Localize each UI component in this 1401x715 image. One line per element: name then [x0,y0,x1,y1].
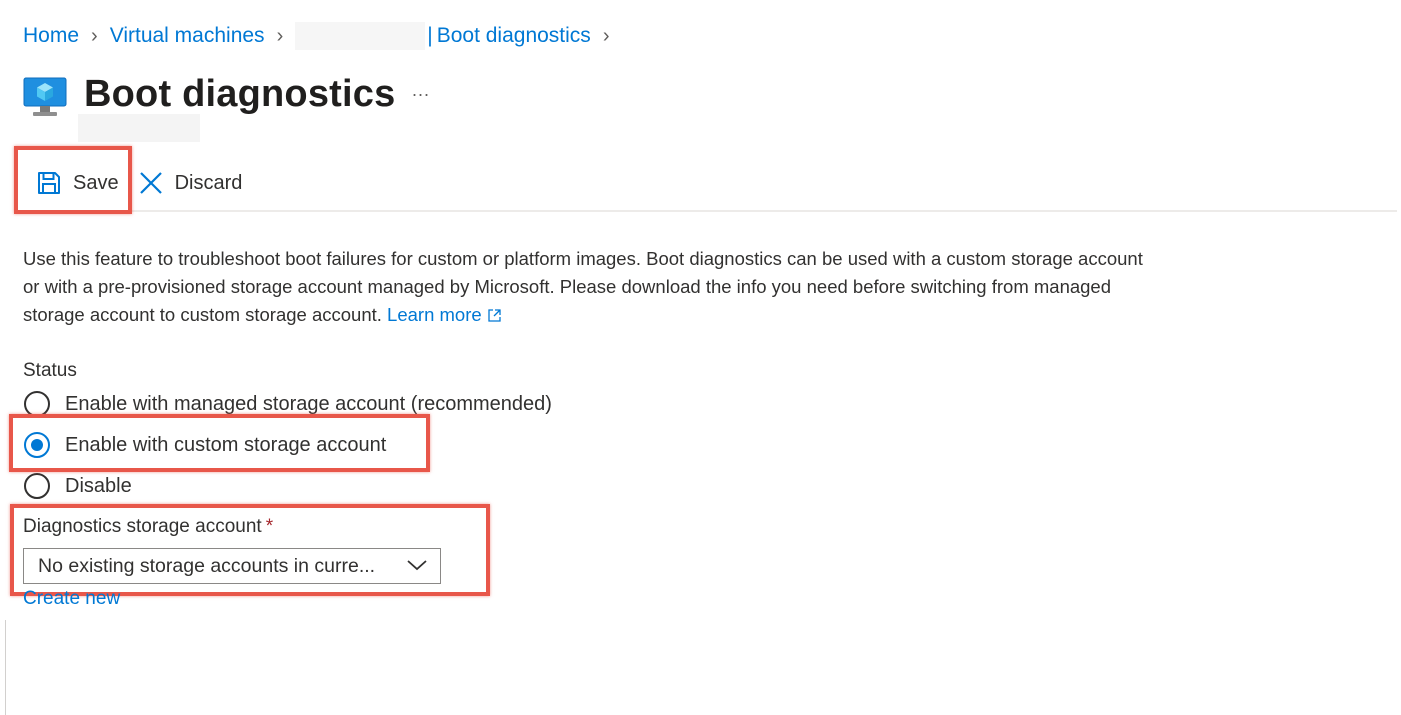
highlight-save [14,146,132,214]
create-new-link[interactable]: Create new [23,588,120,610]
description-text: Use this feature to troubleshoot boot fa… [23,245,1153,331]
status-label: Status [23,360,77,381]
virtual-machine-icon [22,68,68,120]
breadcrumb-current-separator: | [427,24,433,47]
page-title: Boot diagnostics [84,72,396,115]
radio-label: Enable with managed storage account (rec… [65,392,552,415]
more-actions-button[interactable]: ... [412,80,430,101]
command-bar-divider [22,210,1397,212]
discard-button[interactable]: Discard [137,160,243,206]
redacted-vm-name [295,22,426,50]
radio-label: Disable [65,474,132,497]
close-icon [137,169,165,197]
breadcrumb-separator-icon: › [276,24,284,47]
redacted-resource-subtitle [78,114,200,142]
panel-left-border [5,620,6,715]
learn-more-link[interactable]: Learn more [387,304,502,325]
highlight-storage-account [10,504,490,596]
breadcrumb: Home › Virtual machines › | Boot diagnos… [23,21,621,51]
external-link-icon [487,303,502,331]
breadcrumb-virtual-machines-link[interactable]: Virtual machines [110,24,265,48]
breadcrumb-home-link[interactable]: Home [23,24,79,48]
breadcrumb-separator-icon: › [602,24,610,47]
breadcrumb-boot-diagnostics-link[interactable]: Boot diagnostics [437,24,591,48]
learn-more-label: Learn more [387,304,482,325]
radio-disable[interactable]: Disable [24,473,132,499]
discard-button-label: Discard [174,171,243,194]
page-header: Boot diagnostics [22,68,395,120]
radio-button[interactable] [24,473,50,499]
description-body: Use this feature to troubleshoot boot fa… [23,248,1143,325]
breadcrumb-separator-icon: › [91,24,98,47]
highlight-custom-storage [9,414,430,472]
